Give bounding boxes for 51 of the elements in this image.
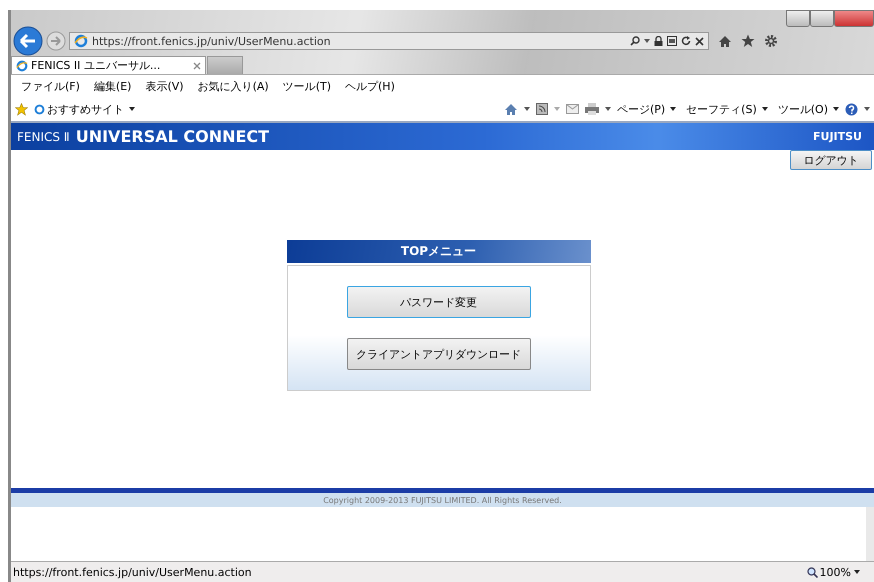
caret-icon[interactable] — [604, 107, 611, 111]
menu-button[interactable]: クライアントアプリダウンロード — [346, 338, 530, 370]
command-menu[interactable]: ページ(P) — [616, 102, 676, 116]
status-url: https://front.fenics.jp/univ/UserMenu.action — [13, 566, 252, 578]
menu-button[interactable]: パスワード変更 — [346, 286, 530, 318]
star-icon[interactable] — [741, 34, 755, 48]
panel-title: TOPメニュー — [286, 240, 590, 263]
browser-logo-icon — [74, 34, 88, 48]
mail-icon[interactable] — [566, 104, 579, 114]
help-icon[interactable] — [845, 102, 858, 116]
menu-item[interactable]: 編集(E) — [94, 78, 132, 94]
favorites-link[interactable]: おすすめサイト — [34, 102, 135, 116]
company-logo: FUJITSU — [813, 130, 862, 143]
menu-item[interactable]: ツール(T) — [282, 78, 331, 94]
address-text: https://front.fenics.jp/univ/UserMenu.action — [92, 34, 332, 48]
browser-logo-icon — [16, 60, 28, 72]
browser-tab[interactable]: FENICS II ユニバーサル... — [11, 56, 206, 74]
refresh-icon[interactable] — [681, 36, 691, 46]
logout-button[interactable]: ログアウト — [790, 150, 872, 170]
back-button[interactable] — [13, 26, 43, 56]
menu-item[interactable]: 表示(V) — [145, 78, 184, 94]
caret-icon[interactable] — [644, 39, 650, 43]
menu-item[interactable]: ヘルプ(H) — [345, 78, 395, 94]
product-title: UNIVERSAL CONNECT — [76, 127, 270, 146]
command-menu[interactable]: ツール(O) — [778, 102, 839, 116]
product-prefix: FENICS Ⅱ — [17, 130, 70, 144]
caret-icon[interactable] — [854, 570, 860, 574]
address-field[interactable]: https://front.fenics.jp/univ/UserMenu.action — [69, 32, 709, 50]
menu-item[interactable]: お気に入り(A) — [198, 78, 269, 94]
minimize-button[interactable] — [786, 10, 810, 27]
compatibility-icon[interactable] — [667, 36, 677, 46]
close-icon[interactable] — [193, 62, 201, 70]
menu-item[interactable]: ファイル(F) — [21, 78, 80, 94]
zoom-icon — [806, 566, 818, 578]
browser-logo-icon — [34, 104, 45, 114]
maximize-button[interactable] — [810, 10, 834, 27]
zoom-control[interactable]: 100% — [806, 566, 851, 578]
command-menu[interactable]: セーフティ(S) — [686, 102, 768, 116]
scrollbar[interactable] — [866, 507, 874, 561]
search-icon[interactable] — [630, 36, 640, 46]
lock-icon — [654, 36, 663, 46]
copyright-text: Copyright 2009-2013 FUJITSU LIMITED. All Rights Reserved. — [323, 496, 562, 504]
caret-icon[interactable] — [864, 107, 870, 111]
settings-icon[interactable] — [764, 34, 778, 48]
favorites-star-icon[interactable] — [15, 102, 28, 116]
home-icon[interactable] — [504, 102, 518, 116]
printer-icon[interactable] — [584, 103, 599, 115]
stop-icon[interactable] — [695, 36, 704, 46]
home-icon[interactable] — [718, 34, 732, 48]
feed-icon[interactable] — [536, 103, 548, 115]
caret-icon[interactable] — [524, 107, 530, 111]
